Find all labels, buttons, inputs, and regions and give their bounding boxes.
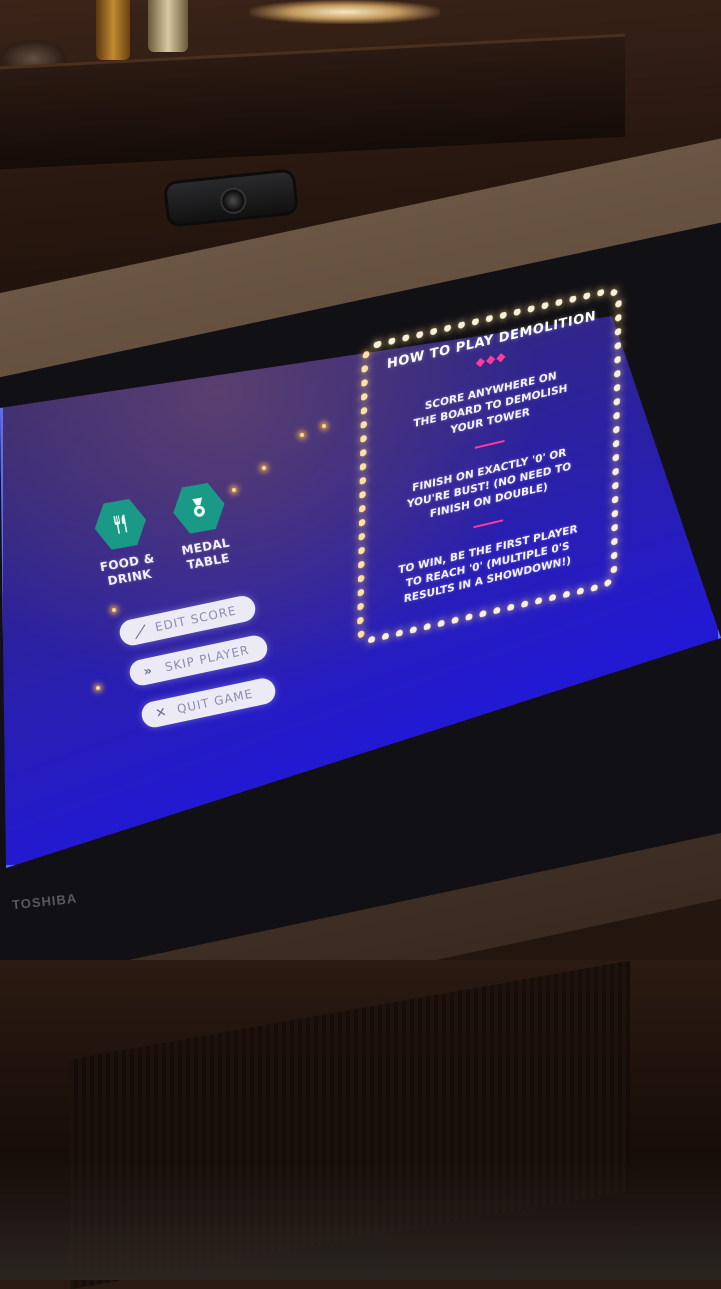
rule-divider xyxy=(473,519,504,529)
rule-finish-exactly: FINISH ON EXACTLY '0' OR YOU'RE BUST! (N… xyxy=(406,444,571,527)
fork-knife-icon xyxy=(90,494,150,554)
edit-score-label: EDIT SCORE xyxy=(153,603,238,635)
skip-player-label: SKIP PLAYER xyxy=(163,642,251,675)
medal-table-button[interactable]: MEDAL TABLE xyxy=(169,478,235,574)
rule-score-anywhere: SCORE ANYWHERE ON THE BOARD TO DEMOLISH … xyxy=(413,366,568,447)
close-icon: ✕ xyxy=(154,704,168,722)
medal-table-label: MEDAL TABLE xyxy=(181,536,234,574)
rule-divider xyxy=(474,439,505,449)
quit-game-button[interactable]: ✕ QUIT GAME xyxy=(139,676,278,730)
floor xyxy=(0,1160,721,1280)
fast-forward-icon: » xyxy=(142,663,154,680)
medal-icon xyxy=(169,478,229,538)
how-to-play-panel: HOW TO PLAY DEMOLITION ◆◆◆ SCORE ANYWHER… xyxy=(356,284,622,647)
how-to-play-content: HOW TO PLAY DEMOLITION ◆◆◆ SCORE ANYWHER… xyxy=(373,307,605,615)
food-drink-label: FOOD & DRINK xyxy=(99,551,158,590)
quit-game-label: QUIT GAME xyxy=(175,686,255,717)
diamond-divider: ◆◆◆ xyxy=(475,348,507,370)
food-drink-button[interactable]: FOOD & DRINK xyxy=(89,494,158,590)
